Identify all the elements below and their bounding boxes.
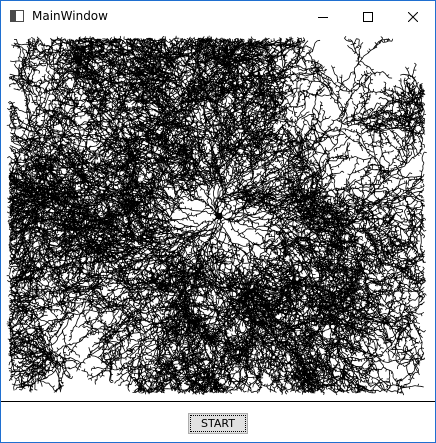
drawing-canvas[interactable] [1, 32, 435, 402]
close-icon [407, 11, 418, 22]
control-bar: START [1, 402, 435, 442]
fractal-seed [216, 213, 222, 219]
maximize-button[interactable] [345, 1, 390, 32]
close-button[interactable] [390, 1, 435, 32]
fractal-drawing [6, 35, 427, 396]
minimize-icon [317, 16, 328, 18]
main-window: MainWindow START [0, 0, 436, 443]
maximize-icon [362, 11, 373, 22]
window-title: MainWindow [32, 9, 108, 23]
minimize-button[interactable] [300, 1, 345, 32]
app-window-icon [10, 10, 24, 22]
start-button[interactable]: START [188, 413, 248, 434]
title-bar[interactable]: MainWindow [1, 1, 435, 32]
